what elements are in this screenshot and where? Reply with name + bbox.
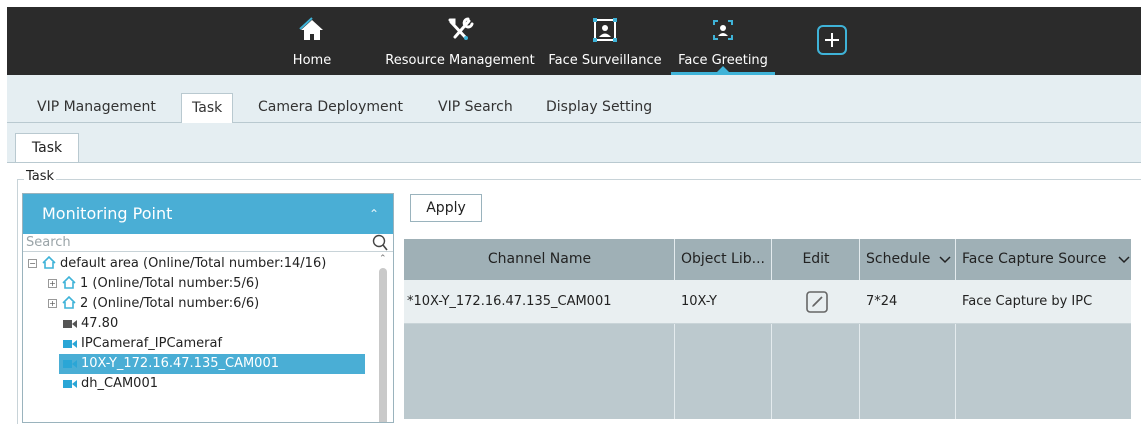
nav-home[interactable]: Home (285, 7, 339, 75)
tree-node-camera-47-80[interactable]: 47.80 (63, 314, 118, 334)
nav-home-label: Home (292, 53, 332, 68)
camera-online-icon (63, 340, 77, 348)
face-greeting-icon (713, 20, 733, 40)
top-navigation: Home Resource Management Face Surveillan… (7, 7, 1141, 75)
add-module-button[interactable] (817, 25, 847, 55)
monitoring-point-panel: Monitoring Point ⌃ − default area (Online… (22, 193, 394, 423)
schedule-dropdown-icon[interactable] (938, 252, 952, 266)
tree-node-camera-ipcameraf[interactable]: IPCameraf_IPCameraf (63, 334, 222, 354)
tab-camera-deployment[interactable]: Camera Deployment (248, 93, 413, 123)
tree-scrollbar[interactable]: ⌃ (379, 254, 387, 422)
cell-object-lib: 10X-Y (681, 294, 717, 309)
camera-online-icon (63, 360, 77, 368)
tree-node-label: dh_CAM001 (81, 376, 158, 391)
header-edit[interactable]: Edit (772, 239, 860, 280)
search-box (23, 234, 393, 252)
tree-node-area-2[interactable]: +2 (Online/Total number:6/6) (48, 294, 259, 314)
apply-button[interactable]: Apply (410, 194, 482, 222)
nav-face-greeting[interactable]: Face Greeting (671, 7, 775, 75)
tree-node-label: 10X-Y_172.16.47.135_CAM001 (81, 356, 279, 371)
tab-bar: VIP Management Task Camera Deployment VI… (7, 75, 1141, 124)
tab-vip-management[interactable]: VIP Management (27, 93, 166, 123)
tree-node-label: 47.80 (81, 316, 119, 331)
area-icon (62, 296, 76, 309)
subtab-task[interactable]: Task (15, 133, 79, 163)
tree-node-label: 2 (Online/Total number:6/6) (80, 296, 260, 311)
area-icon (42, 256, 56, 269)
table-row[interactable]: *10X-Y_172.16.47.135_CAM001 10X-Y 7*24 F… (404, 280, 1131, 324)
home-icon (299, 17, 323, 40)
tree-node-label: default area (Online/Total number:14/16) (60, 256, 327, 271)
cell-capture-source: Face Capture by IPC (962, 294, 1093, 309)
tree-node-default-area[interactable]: − default area (Online/Total number:14/16… (28, 254, 326, 274)
cell-schedule: 7*24 (866, 294, 898, 309)
tree-node-camera-dh[interactable]: dh_CAM001 (63, 374, 158, 394)
tab-task[interactable]: Task (181, 93, 234, 124)
cell-channel-name: *10X-Y_172.16.47.135_CAM001 (407, 294, 612, 309)
tools-icon (448, 17, 474, 40)
tree-node-label: 1 (Online/Total number:5/6) (80, 276, 260, 291)
device-tree: − default area (Online/Total number:14/16… (23, 252, 393, 422)
camera-offline-icon (63, 320, 77, 328)
face-frame-icon (593, 18, 617, 42)
area-icon (62, 276, 76, 289)
search-input[interactable] (23, 234, 353, 251)
scrollbar-thumb[interactable] (379, 268, 387, 422)
scroll-up-arrow-icon[interactable]: ⌃ (379, 254, 387, 264)
task-panel: Task Monitoring Point ⌃ − default area (O… (7, 162, 1141, 424)
collapse-toggle-icon[interactable]: − (28, 259, 37, 268)
header-channel-name[interactable]: Channel Name (404, 239, 675, 280)
tab-vip-search[interactable]: VIP Search (428, 93, 523, 123)
monitoring-point-title: Monitoring Point (42, 204, 173, 223)
header-capture-source[interactable]: Face Capture Source (962, 239, 1120, 280)
expand-toggle-icon[interactable]: + (48, 279, 57, 288)
nav-face-greeting-label: Face Greeting (678, 53, 768, 68)
tree-node-area-1[interactable]: +1 (Online/Total number:5/6) (48, 274, 259, 294)
header-object-lib[interactable]: Object Lib... (681, 239, 771, 280)
search-icon[interactable] (372, 234, 388, 251)
header-schedule[interactable]: Schedule (866, 239, 936, 280)
tab-display-setting[interactable]: Display Setting (536, 93, 662, 123)
collapse-chevron-icon[interactable]: ⌃ (369, 194, 379, 234)
group-title: Task (24, 169, 57, 184)
content-area: Task Task Monitoring Point ⌃ − default ar… (7, 123, 1141, 424)
tree-node-label: IPCameraf_IPCameraf (81, 336, 223, 351)
expand-toggle-icon[interactable]: + (48, 299, 57, 308)
plus-icon (825, 33, 839, 47)
tree-node-camera-10x-y[interactable]: 10X-Y_172.16.47.135_CAM001 (59, 354, 365, 374)
nav-face-surveillance-label: Face Surveillance (548, 53, 662, 68)
camera-online-icon (63, 380, 77, 388)
nav-resource-management[interactable]: Resource Management (375, 7, 545, 75)
task-table: Channel Name Object Lib... Edit Schedule… (404, 239, 1131, 419)
edit-icon[interactable] (805, 290, 829, 314)
nav-face-surveillance[interactable]: Face Surveillance (544, 7, 666, 75)
nav-resource-management-label: Resource Management (385, 53, 535, 68)
monitoring-point-header[interactable]: Monitoring Point ⌃ (23, 194, 393, 234)
capture-source-dropdown-icon[interactable] (1117, 252, 1131, 266)
